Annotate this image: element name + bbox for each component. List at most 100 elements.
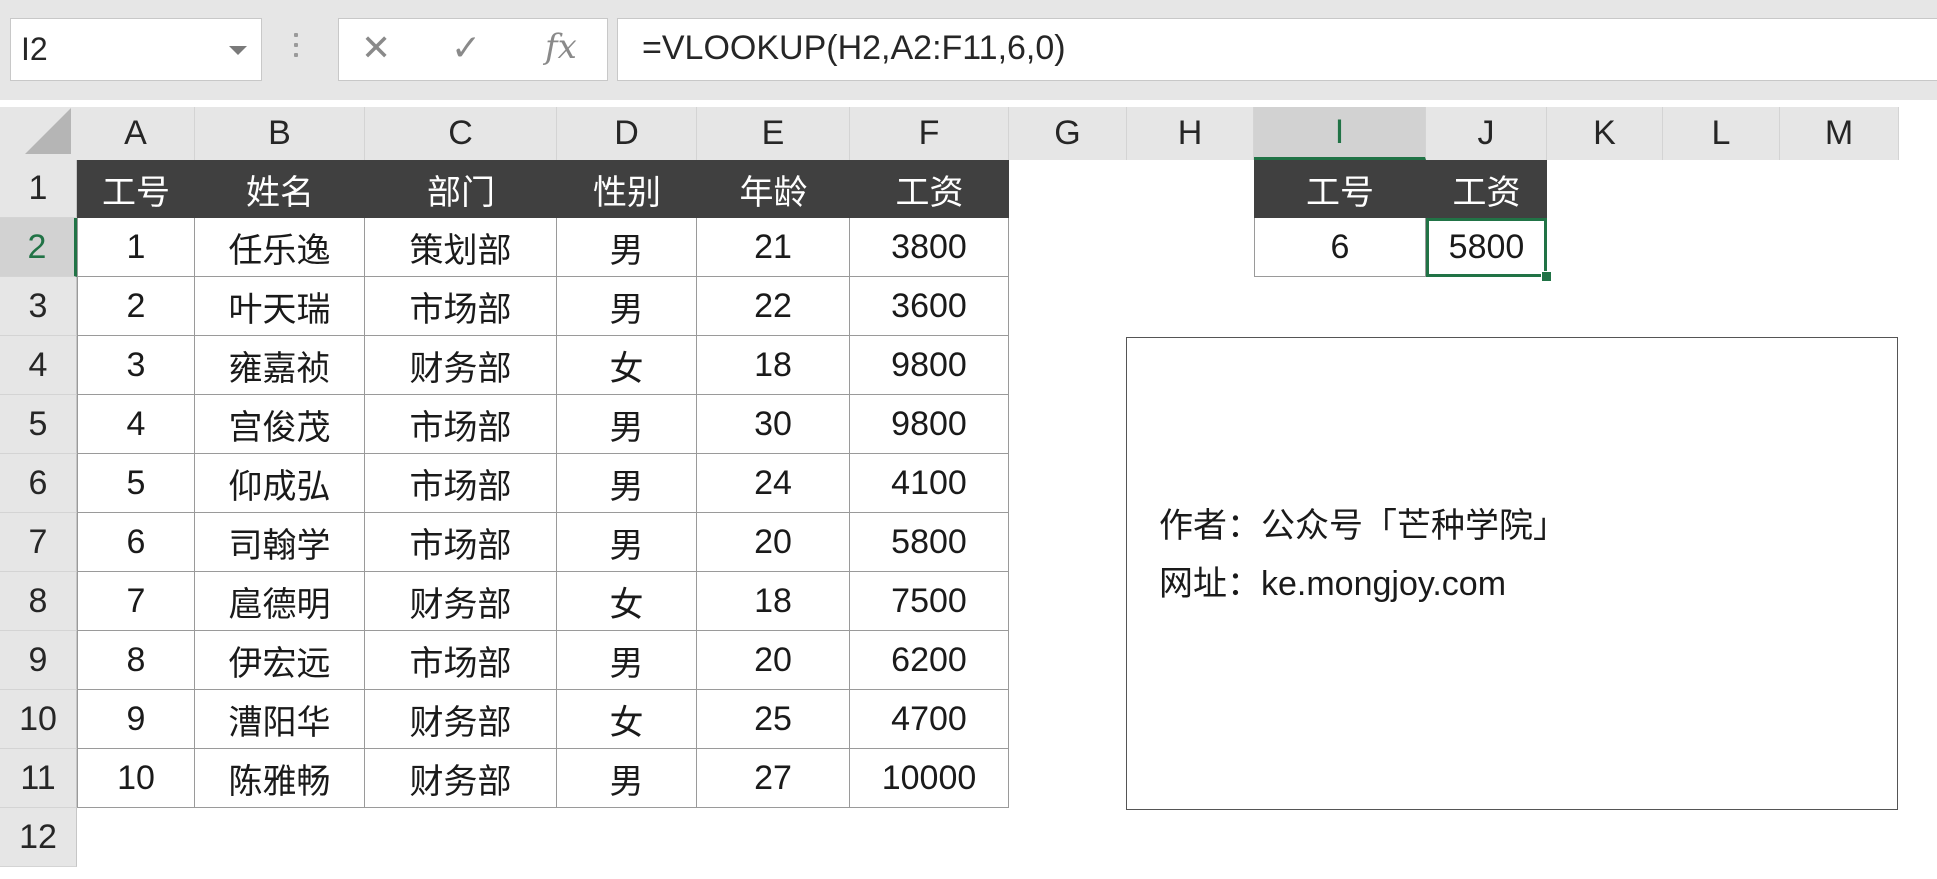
table-cell[interactable]: 7 [77, 572, 195, 631]
column-header-h[interactable]: H [1127, 107, 1254, 160]
column-header-j[interactable]: J [1426, 107, 1547, 160]
column-header-k[interactable]: K [1547, 107, 1663, 160]
table-cell[interactable]: 5800 [850, 513, 1009, 572]
row-header-5[interactable]: 5 [0, 395, 77, 454]
table-cell[interactable]: 30 [697, 395, 850, 454]
select-all-button[interactable] [0, 107, 77, 160]
fill-handle[interactable] [1541, 271, 1552, 282]
table-cell[interactable]: 男 [557, 631, 697, 690]
table-cell[interactable]: 9800 [850, 395, 1009, 454]
table-cell[interactable]: 策划部 [365, 218, 557, 277]
table-cell[interactable]: 9800 [850, 336, 1009, 395]
row-header-6[interactable]: 6 [0, 454, 77, 513]
table-cell[interactable]: 8 [77, 631, 195, 690]
row-header-10[interactable]: 10 [0, 690, 77, 749]
table-cell[interactable]: 扈德明 [195, 572, 365, 631]
column-header-e[interactable]: E [697, 107, 850, 160]
table-cell[interactable]: 男 [557, 218, 697, 277]
row-header-1[interactable]: 1 [0, 160, 77, 218]
table-cell[interactable]: 女 [557, 336, 697, 395]
row-header-7[interactable]: 7 [0, 513, 77, 572]
table-cell[interactable]: 市场部 [365, 513, 557, 572]
table-cell[interactable]: 3600 [850, 277, 1009, 336]
table-cell[interactable]: 任乐逸 [195, 218, 365, 277]
table-cell[interactable]: 9 [77, 690, 195, 749]
row-header-4[interactable]: 4 [0, 336, 77, 395]
table-cell[interactable]: 2 [77, 277, 195, 336]
table-cell[interactable]: 3 [77, 336, 195, 395]
table-cell[interactable]: 27 [697, 749, 850, 808]
table-header-cell[interactable]: 性别 [557, 160, 697, 218]
table-cell[interactable]: 男 [557, 277, 697, 336]
table-cell[interactable]: 市场部 [365, 454, 557, 513]
table-cell[interactable]: 女 [557, 572, 697, 631]
column-header-a[interactable]: A [77, 107, 195, 160]
enter-icon[interactable]: ✓ [451, 27, 481, 69]
table-cell[interactable]: 伊宏远 [195, 631, 365, 690]
table-cell[interactable]: 叶天瑞 [195, 277, 365, 336]
column-header-c[interactable]: C [365, 107, 557, 160]
table-cell[interactable]: 3800 [850, 218, 1009, 277]
row-header-8[interactable]: 8 [0, 572, 77, 631]
table-cell[interactable]: 18 [697, 336, 850, 395]
table-cell[interactable]: 男 [557, 513, 697, 572]
table-cell[interactable]: 10000 [850, 749, 1009, 808]
lookup-id-cell[interactable]: 6 [1254, 218, 1426, 277]
table-cell[interactable]: 24 [697, 454, 850, 513]
table-cell[interactable]: 仰成弘 [195, 454, 365, 513]
name-box[interactable]: I2 [10, 18, 262, 81]
table-cell[interactable]: 财务部 [365, 336, 557, 395]
table-cell[interactable]: 市场部 [365, 277, 557, 336]
row-header-9[interactable]: 9 [0, 631, 77, 690]
column-header-f[interactable]: F [850, 107, 1009, 160]
table-cell[interactable]: 男 [557, 395, 697, 454]
table-cell[interactable]: 财务部 [365, 690, 557, 749]
lookup-header-id[interactable]: 工号 [1254, 160, 1426, 218]
table-cell[interactable]: 10 [77, 749, 195, 808]
table-cell[interactable]: 21 [697, 218, 850, 277]
table-cell[interactable]: 6 [77, 513, 195, 572]
table-cell[interactable]: 市场部 [365, 631, 557, 690]
table-cell[interactable]: 1 [77, 218, 195, 277]
cancel-icon[interactable]: ✕ [361, 27, 391, 69]
table-cell[interactable]: 20 [697, 513, 850, 572]
table-cell[interactable]: 宫俊茂 [195, 395, 365, 454]
table-cell[interactable]: 4 [77, 395, 195, 454]
formula-input[interactable]: =VLOOKUP(H2,A2:F11,6,0) [617, 18, 1937, 81]
row-header-12[interactable]: 12 [0, 808, 77, 867]
column-header-m[interactable]: M [1780, 107, 1899, 160]
table-cell[interactable]: 雍嘉祯 [195, 336, 365, 395]
table-cell[interactable]: 女 [557, 690, 697, 749]
table-cell[interactable]: 18 [697, 572, 850, 631]
row-header-3[interactable]: 3 [0, 277, 77, 336]
table-cell[interactable]: 男 [557, 454, 697, 513]
table-header-cell[interactable]: 工号 [77, 160, 195, 218]
table-cell[interactable]: 7500 [850, 572, 1009, 631]
table-cell[interactable]: 4100 [850, 454, 1009, 513]
column-header-g[interactable]: G [1009, 107, 1127, 160]
lookup-header-salary[interactable]: 工资 [1426, 160, 1547, 218]
row-header-11[interactable]: 11 [0, 749, 77, 808]
name-box-dropdown-icon[interactable] [229, 46, 247, 55]
table-cell[interactable]: 陈雅畅 [195, 749, 365, 808]
table-cell[interactable]: 22 [697, 277, 850, 336]
table-header-cell[interactable]: 姓名 [195, 160, 365, 218]
table-cell[interactable]: 5 [77, 454, 195, 513]
table-header-cell[interactable]: 部门 [365, 160, 557, 218]
table-cell[interactable]: 漕阳华 [195, 690, 365, 749]
row-header-2[interactable]: 2 [0, 218, 77, 277]
table-cell[interactable]: 20 [697, 631, 850, 690]
column-header-d[interactable]: D [557, 107, 697, 160]
column-header-b[interactable]: B [195, 107, 365, 160]
table-cell[interactable]: 市场部 [365, 395, 557, 454]
text-box[interactable]: 作者：公众号「芒种学院」 网址：ke.mongjoy.com [1126, 337, 1898, 810]
table-header-cell[interactable]: 工资 [850, 160, 1009, 218]
insert-function-icon[interactable]: fx [545, 27, 577, 67]
table-cell[interactable]: 男 [557, 749, 697, 808]
active-cell-result[interactable]: 5800 [1426, 218, 1547, 277]
table-cell[interactable]: 财务部 [365, 572, 557, 631]
table-header-cell[interactable]: 年龄 [697, 160, 850, 218]
column-header-i[interactable]: I [1254, 107, 1426, 160]
column-header-l[interactable]: L [1663, 107, 1780, 160]
formula-bar-resize-handle[interactable] [293, 33, 299, 63]
